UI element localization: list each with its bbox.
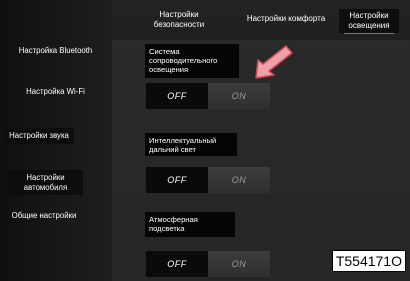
arrow-pointer-icon <box>255 45 293 79</box>
setting-label-escort-lighting: Система сопроводительного освещения <box>145 44 239 78</box>
toggle-on-option[interactable]: ON <box>208 251 270 277</box>
sidebar-item-label: Настройка Wi-Fi <box>26 87 85 96</box>
toggle-off-option[interactable]: OFF <box>146 251 208 277</box>
sidebar-item-bluetooth[interactable]: Настройка Bluetooth <box>8 43 103 59</box>
tab-safety-settings[interactable]: Настройки безопасности <box>145 10 213 30</box>
tab-label: Настройки освещения <box>348 11 390 30</box>
ambient-lighting-toggle[interactable]: OFF ON <box>146 251 270 277</box>
escort-lighting-toggle[interactable]: OFF ON <box>146 83 270 109</box>
sidebar-item-general[interactable]: Общие настройки <box>4 208 84 224</box>
toggle-on-option[interactable]: ON <box>208 167 270 193</box>
sidebar-item-label: Общие настройки <box>11 211 77 220</box>
tab-label: Настройки безопасности <box>153 10 205 29</box>
smart-high-beam-toggle[interactable]: OFF ON <box>146 167 270 193</box>
sidebar-item-label: Настройки звука <box>9 131 69 140</box>
sidebar-item-sound[interactable]: Настройки звука <box>4 128 74 144</box>
tab-lighting-settings[interactable]: Настройки освещения <box>339 9 399 33</box>
sidebar-item-label: Настройка Bluetooth <box>18 46 93 55</box>
sidebar-item-vehicle[interactable]: Настройки автомобиля <box>8 170 83 195</box>
sidebar-item-label: Настройки автомобиля <box>23 173 68 192</box>
setting-label-smart-high-beam: Интеллектуальный дальний свет <box>145 133 237 156</box>
toggle-off-option[interactable]: OFF <box>146 167 208 193</box>
sidebar-item-wifi[interactable]: Настройка Wi-Fi <box>8 84 103 100</box>
tab-label: Настройки комфорта <box>246 14 326 23</box>
tab-comfort-settings[interactable]: Настройки комфорта <box>243 14 329 24</box>
figure-code-label: T554171O <box>331 250 406 272</box>
active-tab-indicator <box>344 33 394 34</box>
toggle-off-option[interactable]: OFF <box>146 83 208 109</box>
toggle-on-option[interactable]: ON <box>208 83 270 109</box>
setting-label-ambient-lighting: Атмосферная подсветка <box>145 212 235 237</box>
